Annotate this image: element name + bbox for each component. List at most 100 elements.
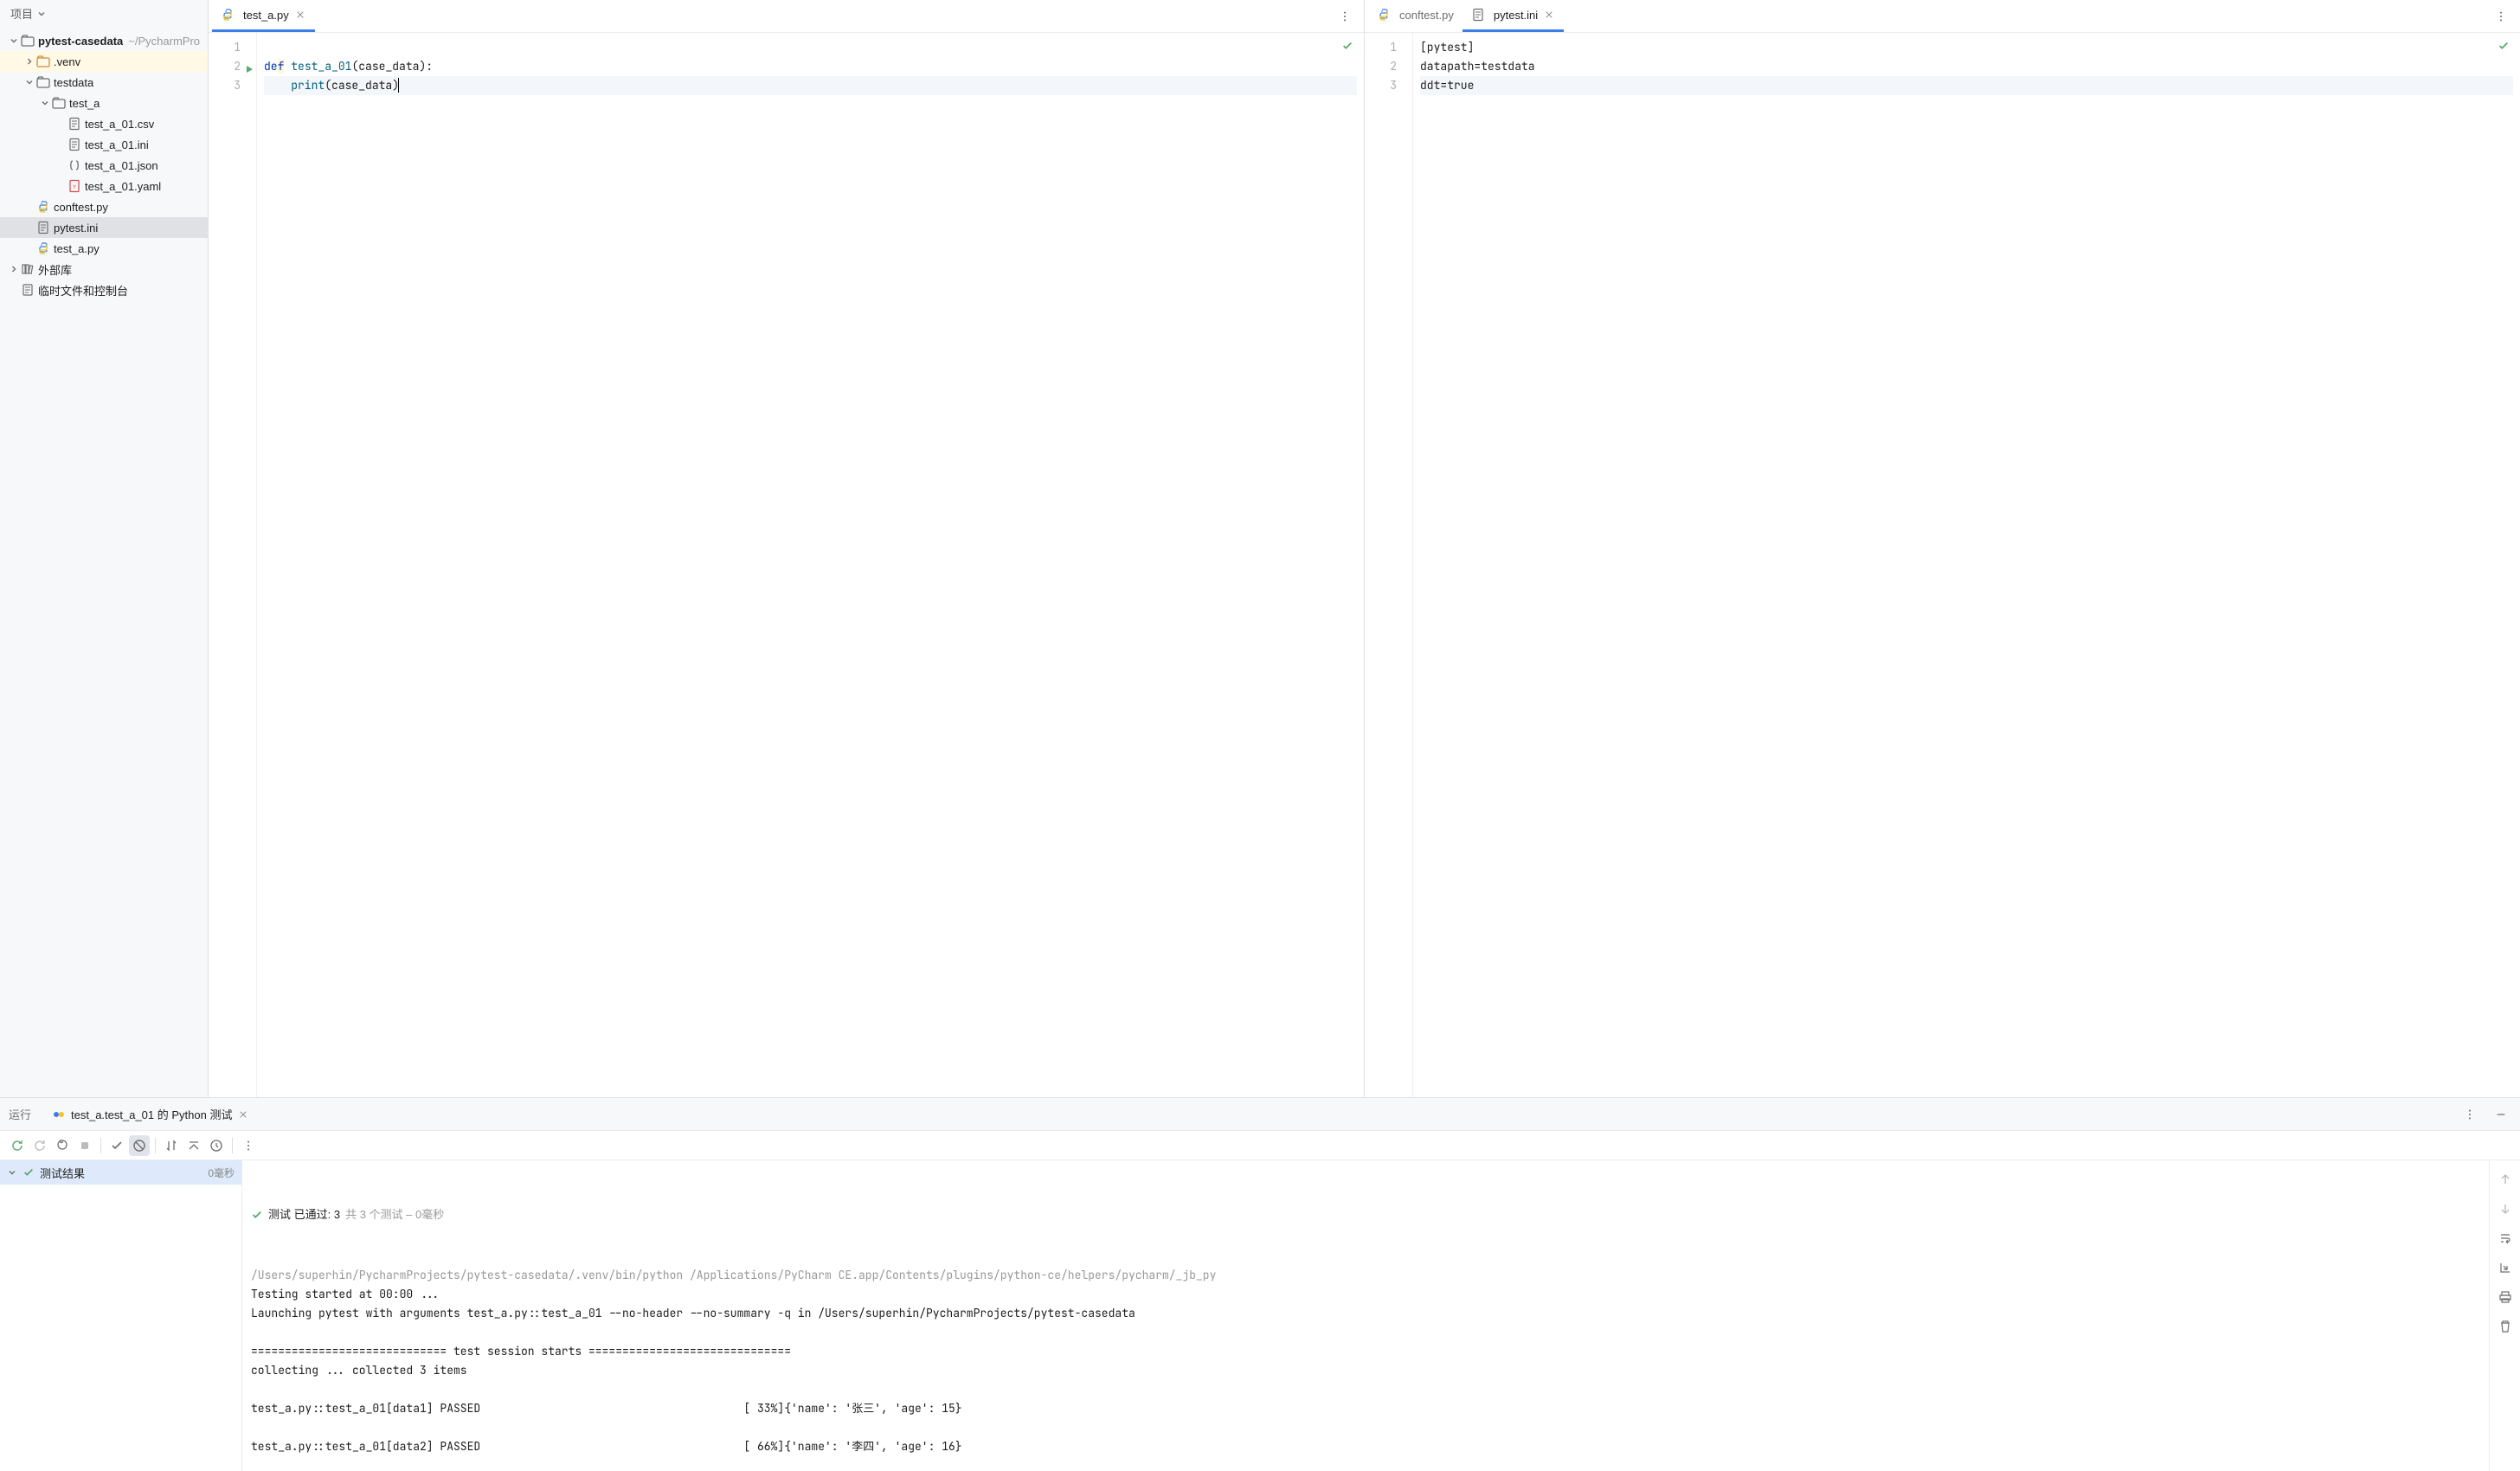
tree-arrow-icon [22, 221, 36, 234]
history-button[interactable] [206, 1135, 227, 1156]
project-tree[interactable]: pytest-casedata ~/PycharmPro .venv testdata… [0, 27, 208, 1097]
more-icon[interactable] [2491, 6, 2511, 27]
tree-item[interactable]: 外部库 [0, 259, 208, 279]
test-results-time: 0毫秒 [208, 1166, 235, 1180]
editor-pane: conftest.pypytest.ini123[pytest]datapath… [1365, 0, 2520, 1097]
tree-item-sublabel: ~/PycharmPro [128, 35, 200, 48]
tree-item[interactable]: 临时文件和控制台 [0, 279, 208, 300]
code-line: print(case_data) [264, 76, 1357, 95]
chevron-down-icon [36, 9, 47, 19]
tree-item-label: conftest.py [54, 201, 108, 214]
file-py-icon [1377, 8, 1391, 22]
print-button[interactable] [2495, 1287, 2516, 1307]
file-py-icon [221, 8, 235, 22]
tree-arrow-icon[interactable] [7, 34, 21, 48]
rerun-failed-button[interactable] [29, 1135, 50, 1156]
editor-tab[interactable]: pytest.ini [1462, 0, 1564, 32]
tree-item-label: test_a_01.yaml [85, 180, 161, 193]
up-button[interactable] [2495, 1169, 2516, 1190]
code-line [264, 38, 1357, 57]
test-results-root[interactable]: 测试结果 0毫秒 [0, 1160, 241, 1185]
scroll-end-button[interactable] [2495, 1257, 2516, 1278]
tree-item[interactable]: pytest-casedata ~/PycharmPro [0, 30, 208, 51]
run-toolbar [0, 1131, 2520, 1160]
console-line [251, 1323, 2480, 1342]
down-button[interactable] [2495, 1198, 2516, 1219]
test-results-label: 测试结果 [40, 1165, 85, 1181]
tree-item-label: test_a_01.ini [85, 138, 149, 151]
tree-item[interactable]: testdata [0, 72, 208, 93]
trash-button[interactable] [2495, 1316, 2516, 1337]
run-tab[interactable]: test_a.test_a_01 的 Python 测试 [43, 1098, 258, 1130]
show-ignored-button[interactable] [129, 1135, 150, 1156]
code-area[interactable]: [pytest]datapath=testdataddt=true [1413, 33, 2520, 1097]
tree-arrow-icon[interactable] [22, 75, 36, 89]
tree-arrow-icon[interactable] [22, 55, 36, 68]
console-line [251, 1418, 2480, 1437]
test-tree[interactable]: 测试结果 0毫秒 [0, 1160, 242, 1471]
tree-item-label: .venv [54, 55, 80, 68]
editor-tab[interactable]: test_a.py [212, 0, 315, 32]
soft-wrap-button[interactable] [2495, 1228, 2516, 1249]
file-yaml-icon: Y [68, 179, 81, 193]
project-header[interactable]: 项目 [0, 0, 208, 27]
library-icon [21, 262, 35, 276]
show-passed-button[interactable] [106, 1135, 127, 1156]
tree-item[interactable]: conftest.py [0, 196, 208, 217]
separator [155, 1138, 156, 1153]
check-icon [2498, 40, 2510, 52]
console-line: Launching pytest with arguments test_a.p… [251, 1304, 2480, 1323]
close-icon[interactable] [237, 1108, 249, 1121]
more-button[interactable] [238, 1135, 259, 1156]
close-icon[interactable] [1543, 9, 1555, 21]
svg-text:Y: Y [73, 185, 76, 190]
editor-pane: test_a.py123def test_a_01(case_data): pr… [209, 0, 1365, 1097]
editor-tab[interactable]: conftest.py [1368, 0, 1462, 32]
pytest-icon [52, 1108, 66, 1121]
more-icon[interactable] [2459, 1104, 2480, 1125]
tab-label: conftest.py [1399, 9, 1454, 22]
more-icon[interactable] [1334, 6, 1355, 27]
gutter-line: 2 [209, 57, 256, 76]
expand-all-button[interactable] [183, 1135, 204, 1156]
gutter-line: 3 [1365, 76, 1412, 95]
stop-button[interactable] [74, 1135, 95, 1156]
console-line: ============================= test sessi… [251, 1342, 2480, 1361]
run-gutter-icon[interactable] [244, 61, 254, 72]
tree-arrow-icon[interactable] [7, 262, 21, 276]
code-area[interactable]: def test_a_01(case_data): print(case_dat… [257, 33, 1364, 1097]
tree-arrow-icon [54, 179, 68, 193]
gutter-line: 3 [209, 76, 256, 95]
tree-arrow-icon [7, 283, 21, 297]
tree-item[interactable]: test_a.py [0, 238, 208, 259]
tree-item[interactable]: test_a_01.ini [0, 134, 208, 155]
gutter-line: 1 [1365, 38, 1412, 57]
tree-item[interactable]: test_a [0, 93, 208, 113]
rerun-button[interactable] [7, 1135, 28, 1156]
tree-item[interactable]: pytest.ini [0, 217, 208, 238]
tree-item-label: pytest-casedata [38, 35, 123, 48]
tree-item[interactable]: .venv [0, 51, 208, 72]
minimize-icon[interactable] [2491, 1104, 2511, 1125]
code-line: datapath=testdata [1420, 57, 2513, 76]
console-side-toolbar [2489, 1160, 2520, 1471]
tree-arrow-icon [54, 117, 68, 131]
tree-arrow-icon [22, 200, 36, 214]
file-text-icon [68, 138, 81, 151]
console-line [251, 1456, 2480, 1471]
sort-button[interactable] [161, 1135, 182, 1156]
tab-bar: test_a.py [209, 0, 1364, 33]
tree-arrow-icon[interactable] [38, 96, 52, 110]
file-py-icon [36, 241, 50, 255]
tree-item-label: test_a [69, 97, 100, 110]
toggle-auto-button[interactable] [52, 1135, 73, 1156]
console-line [251, 1380, 2480, 1399]
folder-icon [36, 75, 50, 89]
code-line: ddt=true [1420, 76, 2513, 95]
console-output[interactable]: 测试 已通过: 3共 3 个测试 – 0毫秒 /Users/superhin/P… [242, 1160, 2489, 1471]
tree-item[interactable]: test_a_01.json [0, 155, 208, 176]
tree-item[interactable]: Ytest_a_01.yaml [0, 176, 208, 196]
scratch-icon [21, 283, 35, 297]
close-icon[interactable] [294, 9, 306, 21]
tree-item[interactable]: test_a_01.csv [0, 113, 208, 134]
